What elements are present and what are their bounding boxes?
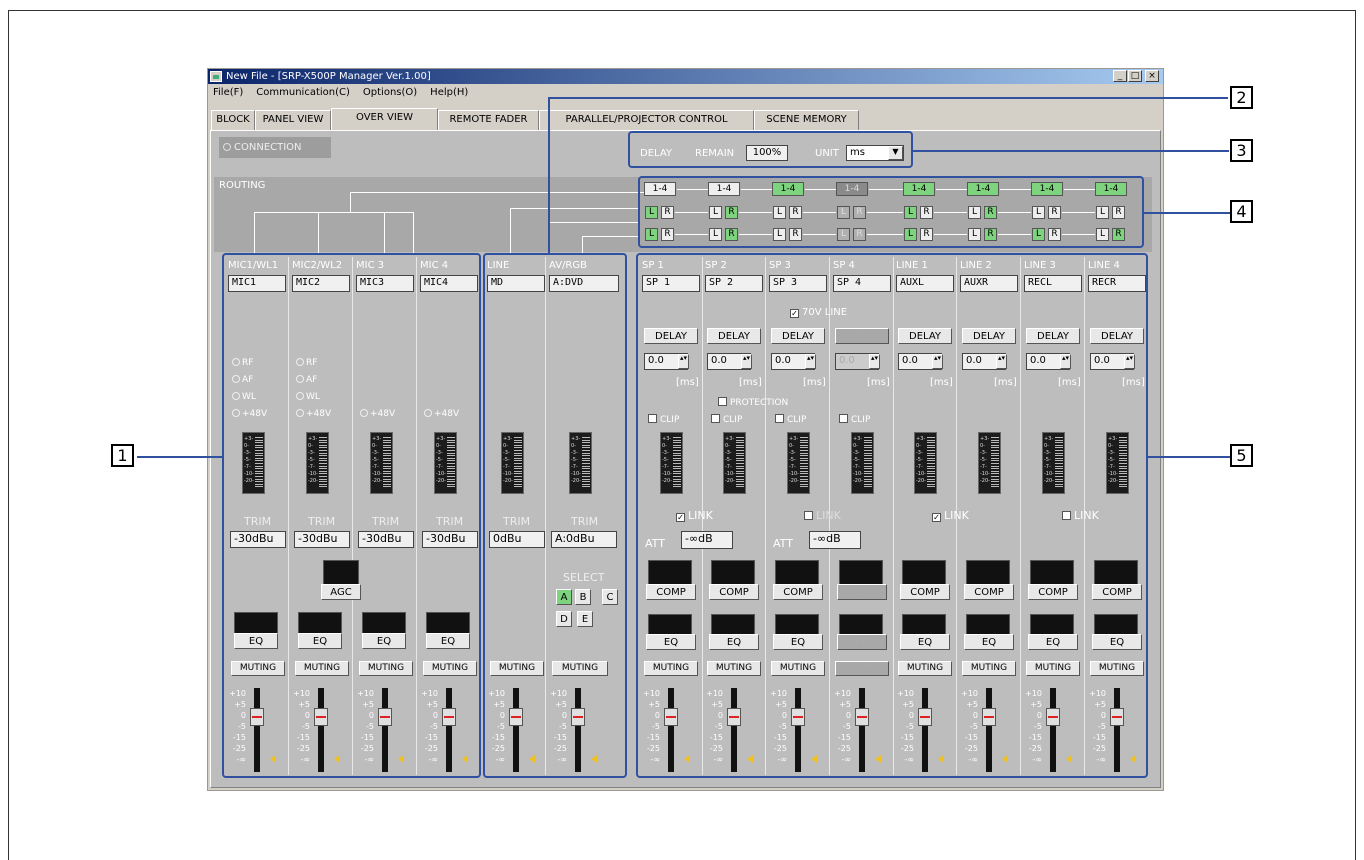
routing-line: [510, 208, 640, 209]
window-title: New File - [SRP-X500P Manager Ver.1.00]: [226, 71, 431, 82]
connection-label: CONNECTION: [234, 142, 302, 153]
app-icon: [210, 71, 222, 82]
callout-2: 2: [1230, 86, 1253, 109]
callout-box-4: [638, 176, 1144, 248]
routing-line: [318, 212, 319, 254]
leader-line-4: [1144, 212, 1230, 214]
routing-label: ROUTING: [219, 180, 266, 191]
callout-4: 4: [1230, 200, 1253, 223]
tab-parallel-projector[interactable]: PARALLEL/PROJECTOR CONTROL: [539, 110, 754, 130]
routing-line: [384, 212, 385, 254]
minimize-button[interactable]: _: [1113, 70, 1127, 82]
leader-line-3: [913, 150, 1229, 152]
routing-line: [254, 212, 414, 213]
menu-options[interactable]: Options(O): [363, 87, 417, 98]
menu-communication[interactable]: Communication(C): [256, 87, 350, 98]
callout-box-3: [628, 131, 913, 168]
tab-panel-view[interactable]: PANEL VIEW: [255, 110, 331, 130]
menu-help[interactable]: Help(H): [430, 87, 468, 98]
maximize-button[interactable]: □: [1128, 70, 1142, 82]
menu-file[interactable]: File(F): [213, 87, 243, 98]
routing-line: [354, 192, 644, 193]
tab-scene-memory[interactable]: SCENE MEMORY: [754, 110, 859, 130]
callout-5: 5: [1230, 444, 1253, 467]
callout-box-2: [483, 253, 627, 778]
connection-indicator[interactable]: CONNECTION: [219, 137, 331, 158]
routing-line: [254, 212, 255, 254]
leader-line-1: [137, 456, 222, 458]
routing-line: [413, 212, 414, 254]
routing-line: [548, 222, 640, 223]
tab-remote-fader[interactable]: REMOTE FADER: [438, 110, 539, 130]
tab-over-view[interactable]: OVER VIEW: [331, 108, 438, 130]
connection-led: [223, 143, 231, 151]
title-bar: New File - [SRP-X500P Manager Ver.1.00] …: [208, 69, 1163, 84]
callout-box-5: [636, 253, 1148, 778]
routing-line: [582, 236, 583, 254]
close-button[interactable]: ×: [1145, 70, 1159, 82]
leader-line-5: [1148, 456, 1230, 458]
leader-line-2: [548, 97, 550, 253]
callout-box-1: [222, 253, 481, 778]
callout-1: 1: [111, 444, 134, 467]
routing-line: [510, 208, 511, 254]
callout-3: 3: [1230, 139, 1253, 162]
leader-line-2: [548, 97, 1228, 99]
tab-block[interactable]: BLOCK: [211, 110, 255, 130]
routing-line: [582, 236, 640, 237]
routing-line: [350, 192, 351, 212]
